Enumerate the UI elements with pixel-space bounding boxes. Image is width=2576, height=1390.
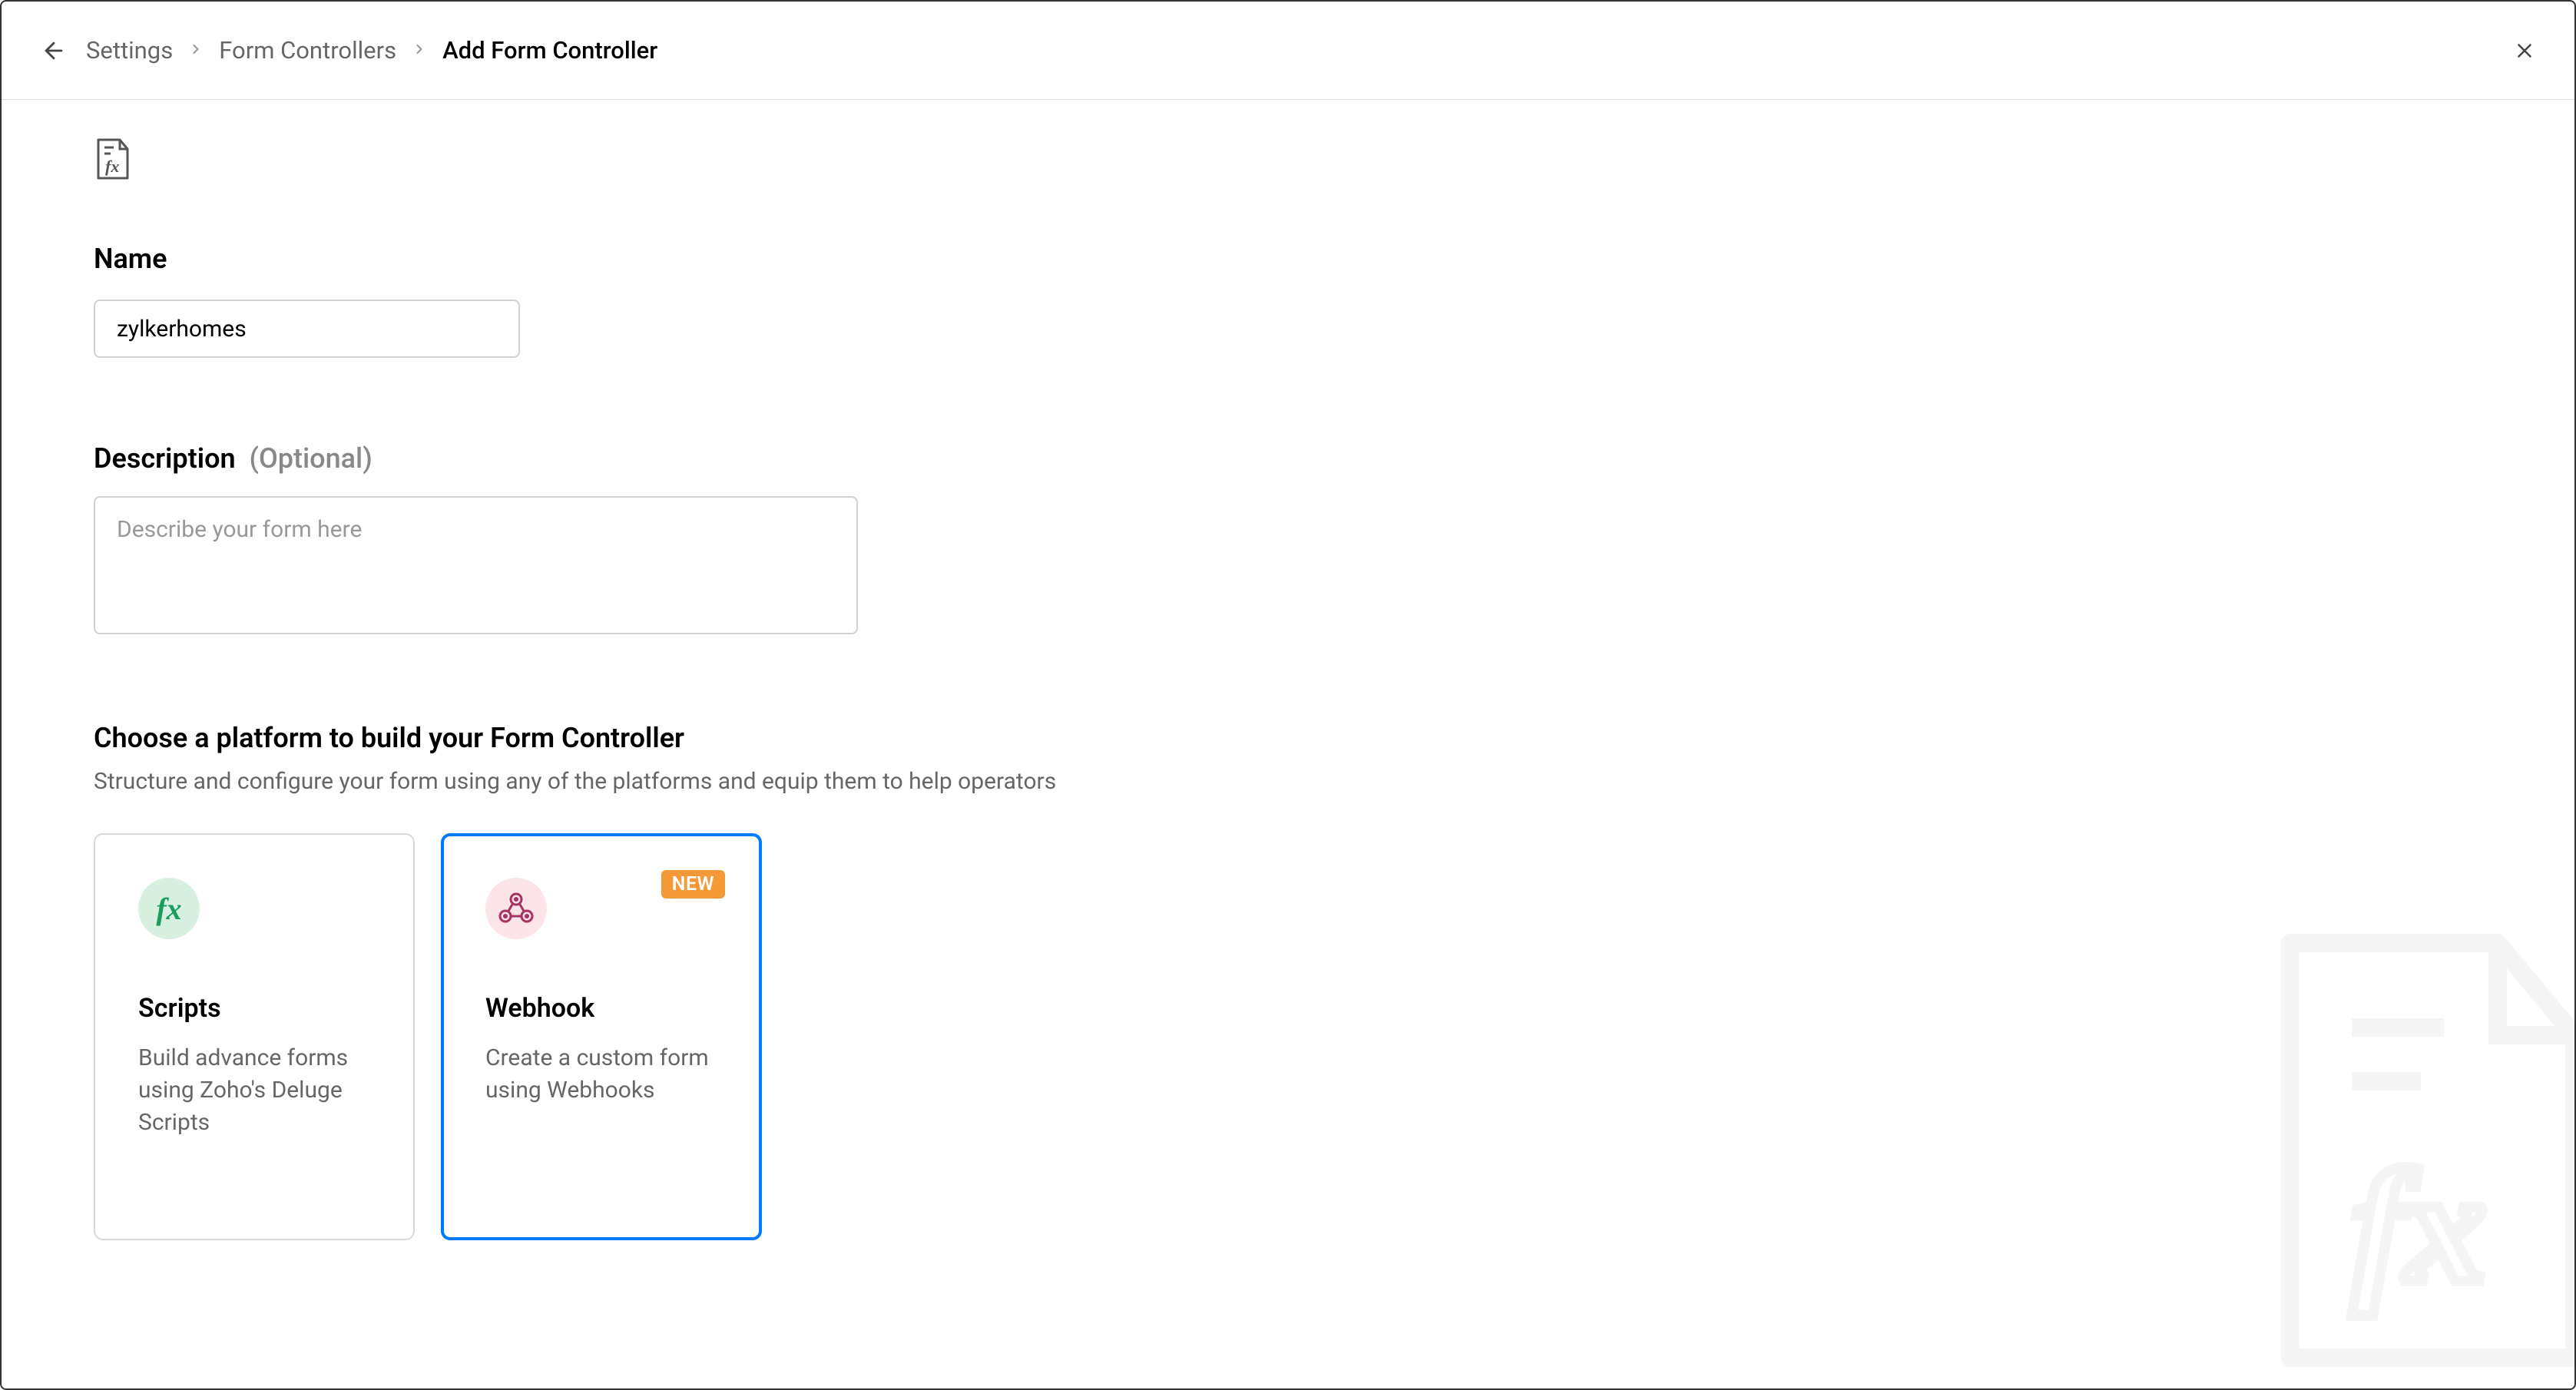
- close-button[interactable]: [2513, 39, 2536, 62]
- scripts-icon: fx: [138, 878, 200, 939]
- description-label: Description (Optional): [94, 442, 2482, 475]
- page-header: Settings Form Controllers Add Form Contr…: [2, 2, 2574, 100]
- back-button[interactable]: [40, 37, 68, 65]
- name-field-group: Name: [94, 243, 2482, 358]
- card-desc: Build advance forms using Zoho's Deluge …: [138, 1042, 370, 1139]
- chevron-right-icon: [412, 39, 427, 62]
- background-watermark-icon: fx: [2260, 928, 2576, 1373]
- card-title: Webhook: [485, 993, 717, 1024]
- platform-section-title: Choose a platform to build your Form Con…: [94, 722, 2482, 754]
- breadcrumb-current: Add Form Controller: [442, 36, 657, 65]
- chevron-right-icon: [188, 39, 204, 62]
- breadcrumb-form-controllers[interactable]: Form Controllers: [219, 36, 396, 65]
- breadcrumb: Settings Form Controllers Add Form Contr…: [86, 36, 657, 65]
- platform-section-subtitle: Structure and configure your form using …: [94, 768, 2482, 795]
- description-field-group: Description (Optional): [94, 442, 2482, 637]
- name-label: Name: [94, 243, 2482, 275]
- form-controller-icon: fx: [94, 138, 131, 181]
- breadcrumb-settings[interactable]: Settings: [86, 36, 173, 65]
- webhook-icon: [485, 878, 547, 939]
- svg-text:fx: fx: [105, 157, 119, 176]
- svg-text:fx: fx: [2352, 1138, 2486, 1316]
- arrow-left-icon: [41, 38, 67, 64]
- platform-cards: fx Scripts Build advance forms using Zoh…: [94, 833, 2482, 1240]
- optional-tag: (Optional): [250, 442, 372, 475]
- platform-card-webhook[interactable]: NEW Webhook Create a custom form using W…: [441, 833, 762, 1240]
- card-desc: Create a custom form using Webhooks: [485, 1042, 717, 1107]
- new-badge: NEW: [661, 870, 725, 899]
- close-icon: [2513, 39, 2536, 62]
- description-input[interactable]: [94, 496, 858, 634]
- name-input[interactable]: [94, 300, 520, 358]
- platform-card-scripts[interactable]: fx Scripts Build advance forms using Zoh…: [94, 833, 415, 1240]
- card-title: Scripts: [138, 993, 370, 1024]
- main-content: fx Name Description (Optional) Choose a …: [2, 100, 2574, 1279]
